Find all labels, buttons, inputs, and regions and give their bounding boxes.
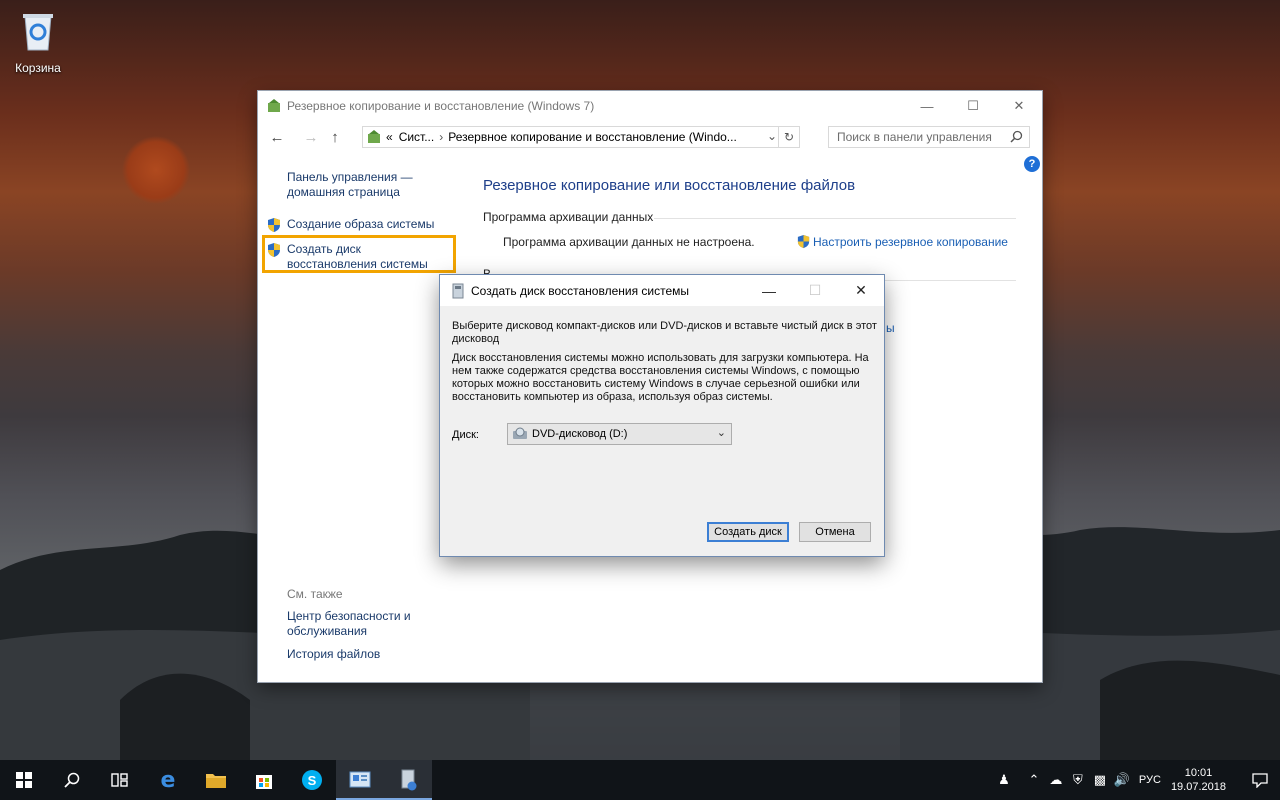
disk-select[interactable]: DVD-дисковод (D:) ⌄	[507, 423, 732, 445]
search-icon[interactable]	[1010, 130, 1023, 143]
window-title: Резервное копирование и восстановление (…	[287, 99, 595, 113]
cancel-button[interactable]: Отмена	[799, 522, 871, 542]
breadcrumb-system[interactable]: Сист...	[399, 130, 435, 144]
clock-time: 10:01	[1184, 767, 1213, 779]
security-icon[interactable]: ⛨	[1067, 772, 1089, 788]
dialog-description: Диск восстановления системы можно исполь…	[452, 352, 869, 403]
search-icon	[64, 772, 80, 788]
help-icon[interactable]: ?	[1024, 156, 1040, 172]
back-arrow-icon[interactable]: ←	[266, 126, 288, 148]
restore-link-partial[interactable]: ы	[886, 321, 895, 335]
home-link-line1: Панель управления —	[287, 170, 413, 184]
taskbar: e S ♟ ⌃ ☁ ⛨ ▩ 🔊 РУС 10:01 19.07.2018	[0, 760, 1280, 800]
breadcrumb-chevron-icon: «	[386, 130, 393, 144]
breadcrumb-separator-icon: ›	[439, 130, 444, 144]
setup-backup-label: Настроить резервное копирование	[813, 234, 1008, 249]
start-icon	[16, 772, 32, 788]
control-panel-icon	[349, 771, 371, 788]
uac-shield-icon	[268, 218, 280, 232]
page-title: Резервное копирование или восстановление…	[483, 177, 856, 194]
store-icon	[256, 775, 272, 789]
see-also-file-history[interactable]: История файлов	[287, 647, 437, 662]
backup-app-icon	[268, 99, 280, 112]
create-recovery-disk-dialog: Создать диск восстановления системы — ☐ …	[440, 275, 884, 556]
people-icon[interactable]: ♟	[993, 772, 1015, 788]
language-indicator[interactable]: РУС	[1139, 774, 1161, 786]
skype-icon: S	[302, 770, 322, 790]
skype-button[interactable]: S	[288, 760, 336, 800]
sidebar-item-create-recovery-disk[interactable]: Создать диск восстановления системы	[266, 242, 441, 272]
action-center-icon[interactable]	[1240, 772, 1280, 788]
system-tray: ♟ ⌃ ☁ ⛨ ▩ 🔊 РУС 10:01 19.07.2018	[993, 760, 1280, 800]
search-input[interactable]: Поиск в панели управления	[828, 126, 1030, 148]
breadcrumb-current[interactable]: Резервное копирование и восстановление (…	[448, 130, 737, 144]
sidebar-item-label: Создать диск восстановления системы	[287, 242, 428, 271]
desktop-icon-recycle-bin[interactable]: Корзина	[8, 6, 68, 75]
store-button[interactable]	[240, 760, 288, 800]
dialog-minimize-button[interactable]: —	[746, 275, 792, 306]
taskbar-search-button[interactable]	[48, 760, 96, 800]
dialog-instruction: Выберите дисковод компакт-дисков или DVD…	[452, 320, 877, 345]
dialog-maximize-button: ☐	[808, 282, 822, 298]
dvd-drive-icon	[513, 427, 527, 439]
recovery-disk-button[interactable]	[384, 760, 432, 800]
uac-shield-icon	[797, 234, 810, 249]
edge-icon: e	[160, 767, 176, 793]
backup-status-text: Программа архивации данных не настроена.	[503, 235, 755, 249]
uac-shield-icon	[268, 243, 280, 257]
see-also-security-center[interactable]: Центр безопасности и обслуживания	[287, 609, 437, 639]
disk-select-value: DVD-дисковод (D:)	[532, 428, 628, 440]
edge-button[interactable]: e	[144, 760, 192, 800]
show-hidden-icons-icon[interactable]: ⌃	[1023, 772, 1045, 788]
volume-icon[interactable]: 🔊	[1111, 772, 1133, 788]
maximize-button[interactable]: ☐	[950, 91, 996, 121]
start-button[interactable]	[0, 760, 48, 800]
close-button[interactable]: ✕	[996, 91, 1042, 121]
network-icon[interactable]: ▩	[1089, 772, 1111, 788]
control-panel-icon	[368, 130, 380, 143]
task-view-icon	[111, 773, 128, 787]
recycle-bin-label: Корзина	[15, 61, 61, 75]
svg-text:S: S	[308, 773, 317, 788]
create-disk-button[interactable]: Создать диск	[707, 522, 789, 542]
onedrive-icon[interactable]: ☁	[1045, 772, 1067, 788]
sidebar-item-create-image[interactable]: Создание образа системы	[266, 217, 434, 233]
clock[interactable]: 10:01 19.07.2018	[1171, 766, 1226, 794]
see-also-heading: См. также	[287, 587, 343, 601]
file-explorer-button[interactable]	[192, 760, 240, 800]
dialog-close-button[interactable]: ✕	[838, 275, 884, 306]
section-divider	[654, 218, 1016, 219]
home-link-line2: домашняя страница	[287, 185, 400, 199]
setup-backup-link[interactable]: Настроить резервное копирование	[796, 234, 1008, 249]
search-placeholder: Поиск в панели управления	[837, 130, 992, 144]
sidebar-item-label: Создание образа системы	[287, 217, 435, 231]
sidebar-home-link[interactable]: Панель управления — домашняя страница	[287, 170, 437, 200]
file-explorer-icon	[206, 774, 226, 788]
task-view-button[interactable]	[96, 760, 144, 800]
section-divider	[884, 280, 1016, 281]
chevron-down-icon: ⌄	[716, 427, 726, 439]
recycle-bin-icon	[23, 14, 53, 51]
up-arrow-icon[interactable]: ↑	[324, 126, 346, 148]
section-title: Программа архивации данных	[483, 210, 654, 224]
refresh-icon[interactable]: ↻	[778, 127, 799, 147]
dialog-title: Создать диск восстановления системы	[471, 283, 690, 298]
navigation-bar: ← → ↑ « Сист... › Резервное копирование …	[258, 121, 1042, 153]
forward-arrow-icon[interactable]: →	[300, 126, 322, 148]
disk-label: Диск:	[452, 429, 479, 441]
dialog-titlebar[interactable]: Создать диск восстановления системы — ☐ …	[440, 275, 884, 306]
minimize-button[interactable]: —	[904, 91, 950, 121]
recovery-disk-icon	[401, 769, 417, 791]
window-titlebar[interactable]: Резервное копирование и восстановление (…	[258, 91, 1042, 121]
control-panel-button[interactable]	[336, 760, 384, 800]
recovery-disk-icon	[452, 283, 464, 298]
address-dropdown-icon[interactable]: ⌄	[767, 129, 777, 143]
clock-date: 19.07.2018	[1170, 781, 1226, 793]
address-bar[interactable]: « Сист... › Резервное копирование и восс…	[362, 126, 800, 148]
